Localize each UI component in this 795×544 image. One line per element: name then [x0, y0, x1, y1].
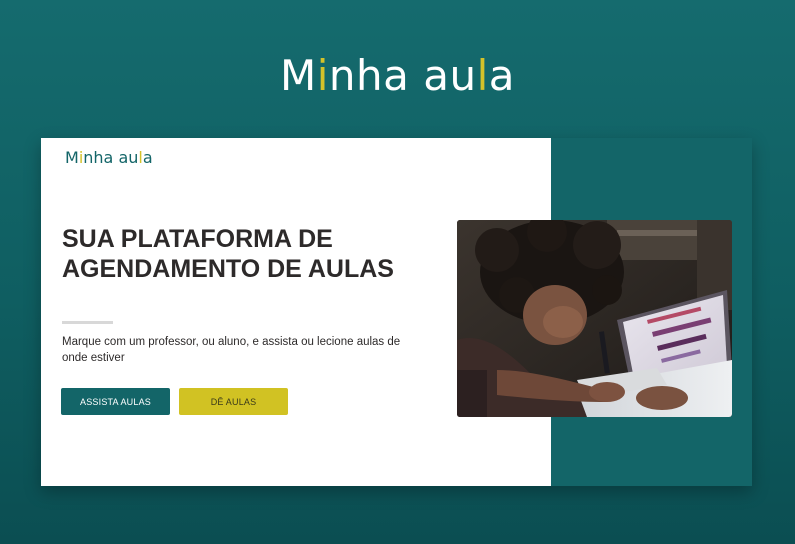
- hero-description: Marque com um professor, ou aluno, e ass…: [62, 336, 401, 364]
- logo-part: nha au: [83, 148, 139, 167]
- brand-title-part: nha au: [328, 51, 477, 100]
- hero-photo-illustration: [457, 220, 732, 417]
- landing-page-preview: Minha aula SUA PLATAFORMA DE AGENDAMENTO…: [41, 138, 752, 486]
- brand-title: Minha aula: [0, 48, 795, 104]
- student-laptop-photo: [457, 220, 732, 417]
- hero-headline: SUA PLATAFORMA DE AGENDAMENTO DE AULAS: [62, 225, 394, 283]
- brand-title-part: M: [279, 51, 317, 100]
- headline-divider: [62, 321, 113, 324]
- logo-part: M: [65, 148, 79, 167]
- site-logo[interactable]: Minha aula: [65, 148, 153, 168]
- brand-title-accent: l: [476, 51, 489, 100]
- watch-classes-button[interactable]: ASSISTA AULAS: [61, 388, 170, 415]
- teach-classes-button[interactable]: DÊ AULAS: [179, 388, 288, 415]
- brand-title-accent: i: [316, 51, 329, 100]
- brand-title-part: a: [488, 51, 516, 100]
- logo-part: a: [142, 148, 153, 167]
